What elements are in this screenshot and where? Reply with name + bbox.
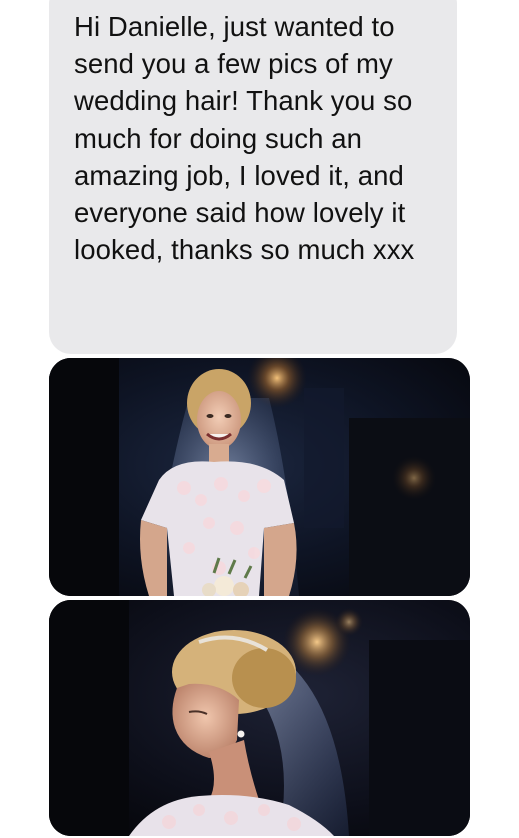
photo-attachment-2[interactable] <box>49 600 470 836</box>
message-thread: Hi Danielle, just wanted to send you a f… <box>0 0 519 838</box>
incoming-message-bubble[interactable]: Hi Danielle, just wanted to send you a f… <box>49 0 457 354</box>
bride-side-profile-photo <box>49 600 470 836</box>
photo-attachment-1[interactable] <box>49 358 470 596</box>
bride-front-photo <box>49 358 470 596</box>
message-text: Hi Danielle, just wanted to send you a f… <box>74 11 415 266</box>
